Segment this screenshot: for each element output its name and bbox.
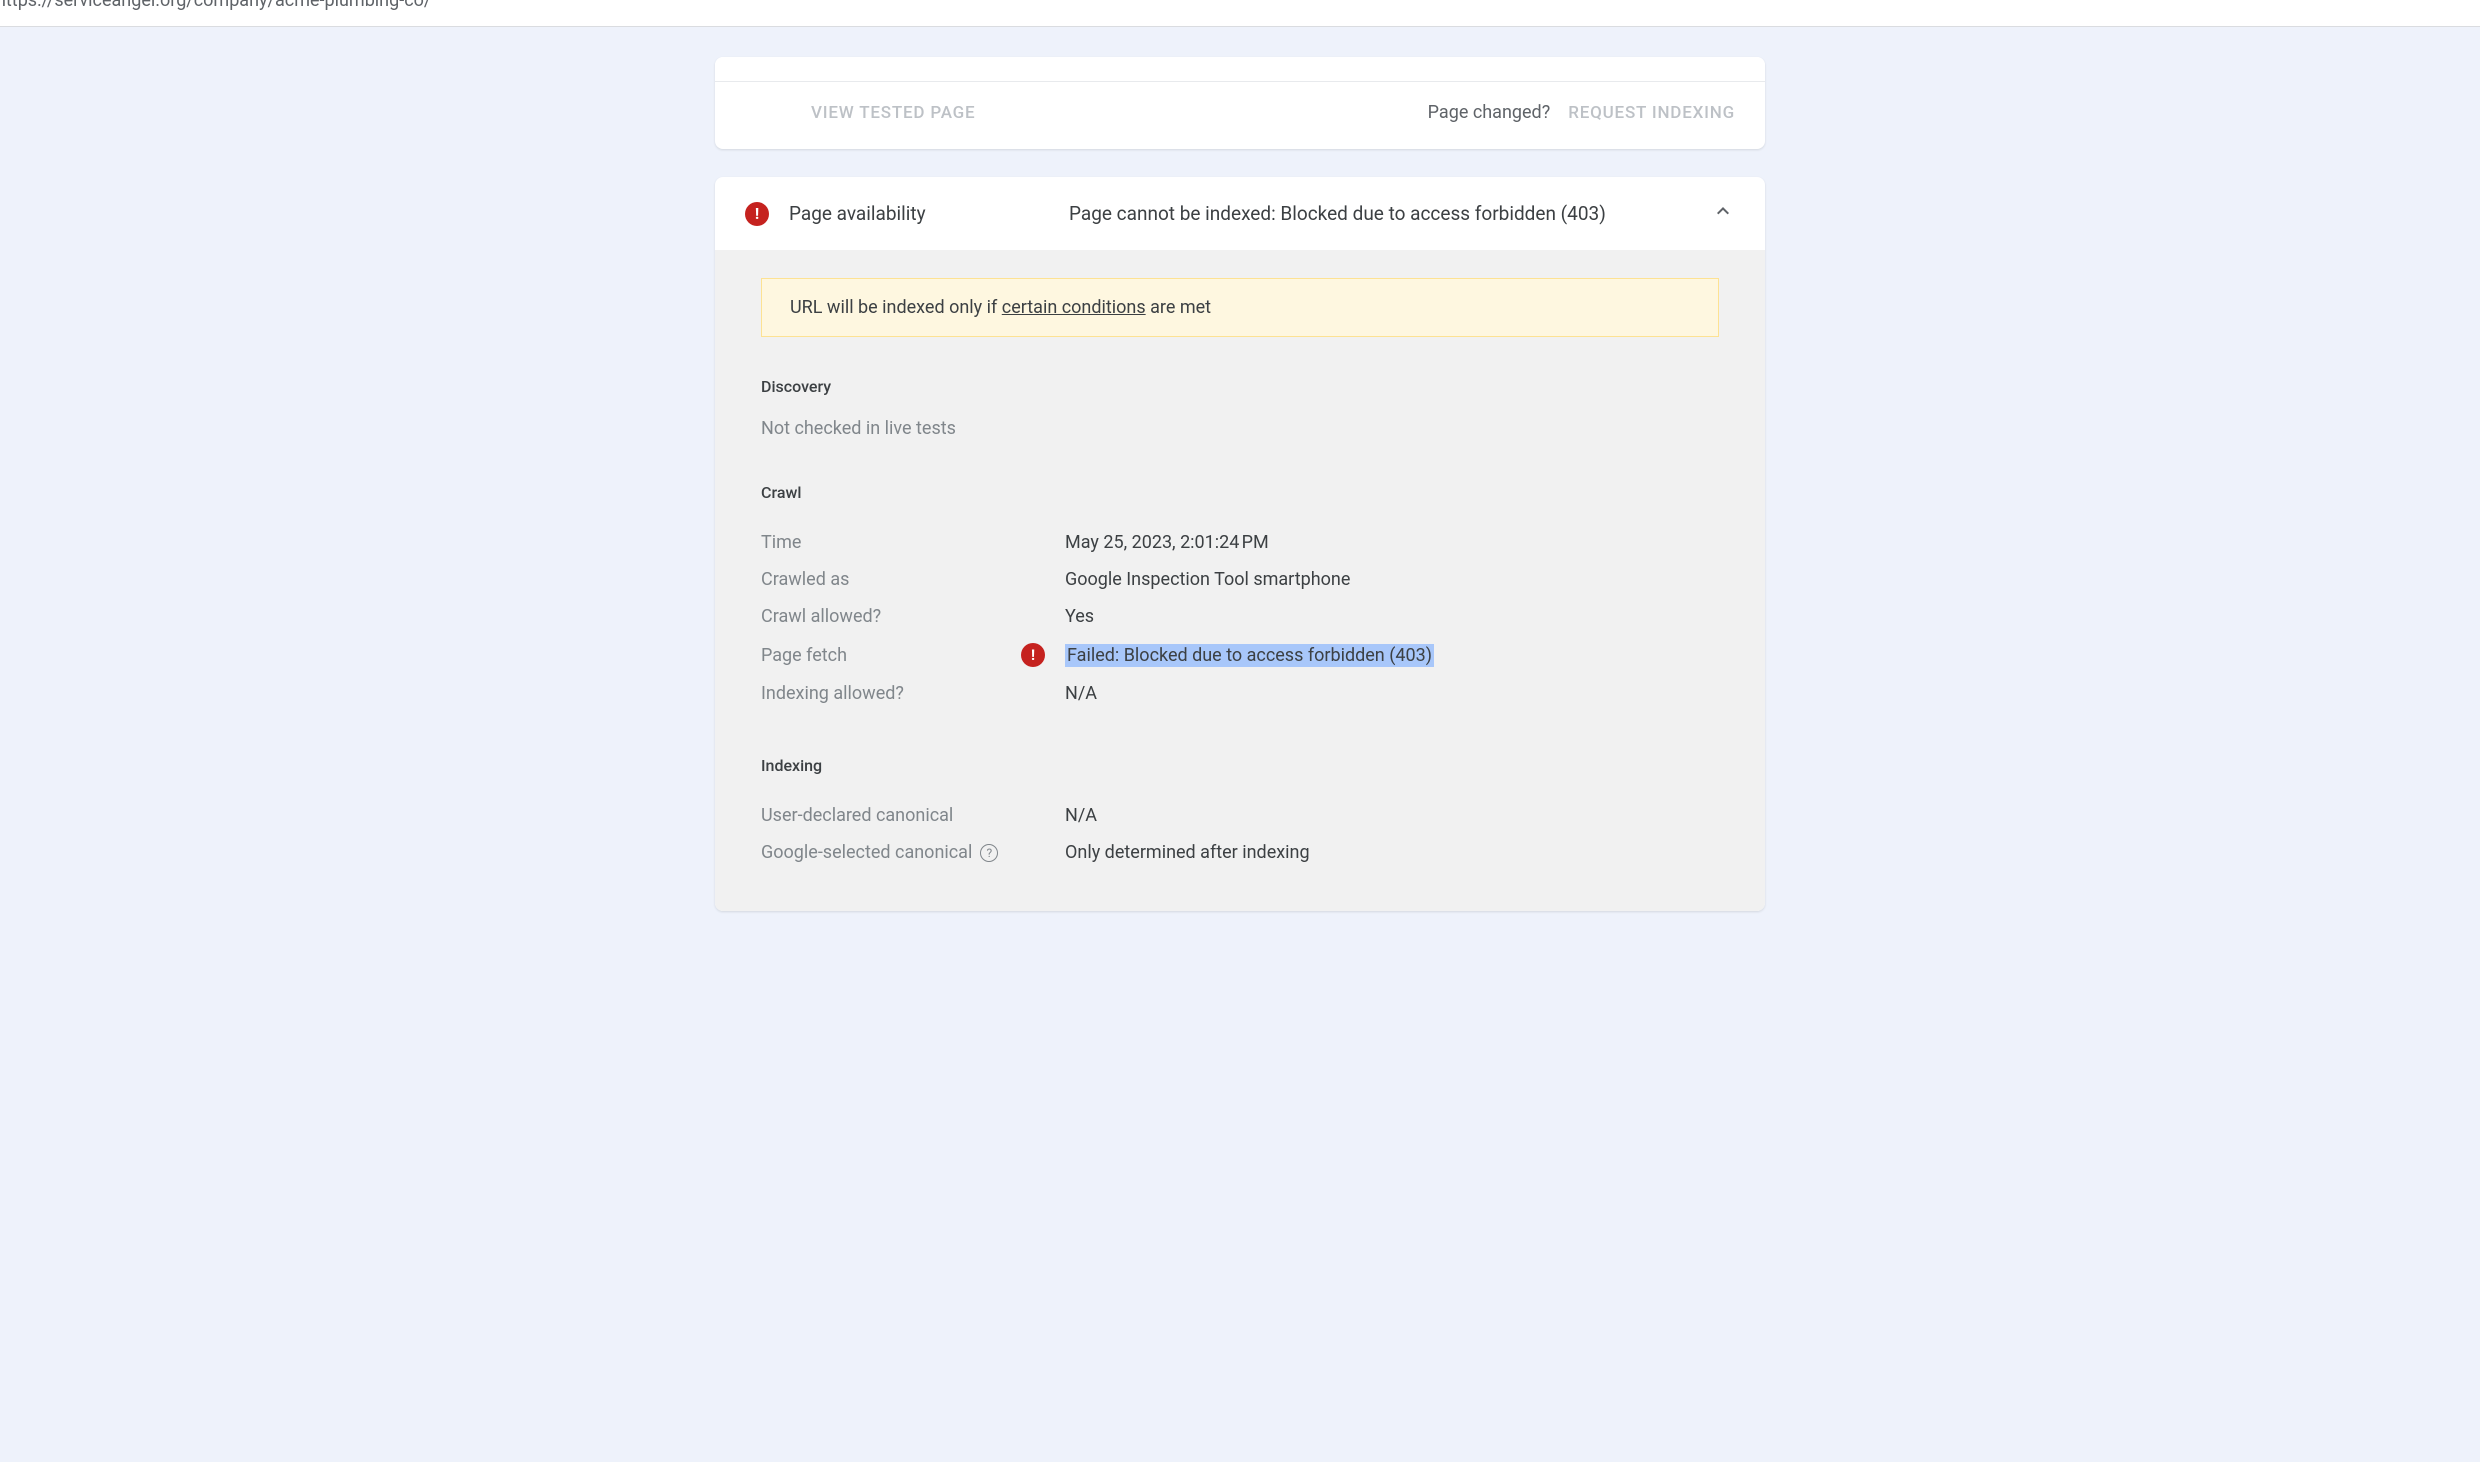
banner-prefix: URL will be indexed only if xyxy=(790,297,1002,318)
page-fetch-value: Failed: Blocked due to access forbidden … xyxy=(1065,644,1434,667)
help-icon[interactable]: ? xyxy=(980,844,998,862)
crawl-row-crawled-as: Crawled as Google Inspection Tool smartp… xyxy=(761,561,1719,598)
crawl-row-crawl-allowed: Crawl allowed? Yes xyxy=(761,598,1719,635)
page-availability-title: Page availability xyxy=(789,202,1049,225)
user-canonical-value: N/A xyxy=(1065,805,1097,826)
crawl-row-page-fetch: Page fetch ! Failed: Blocked due to acce… xyxy=(761,635,1719,675)
certain-conditions-link[interactable]: certain conditions xyxy=(1002,297,1146,318)
page-availability-header[interactable]: ! Page availability Page cannot be index… xyxy=(715,177,1765,250)
top-spacer xyxy=(715,57,1765,81)
indexing-row-user-canonical: User-declared canonical N/A xyxy=(761,797,1719,834)
page-fetch-label: Page fetch xyxy=(761,645,1021,666)
indexing-row-google-canonical: Google-selected canonical ? Only determi… xyxy=(761,834,1719,871)
page-availability-card: ! Page availability Page cannot be index… xyxy=(715,177,1765,911)
crawl-time-value: May 25, 2023, 2:01:24 PM xyxy=(1065,532,1269,553)
user-canonical-label: User-declared canonical xyxy=(761,805,1065,826)
url-bar: https://serviceangel.org/company/acme-pl… xyxy=(0,0,2480,26)
discovery-section-title: Discovery xyxy=(761,377,1719,396)
google-canonical-value: Only determined after indexing xyxy=(1065,842,1310,863)
indexing-section-title: Indexing xyxy=(761,756,1719,775)
crawl-allowed-label: Crawl allowed? xyxy=(761,606,1065,627)
discovery-value: Not checked in live tests xyxy=(761,418,1719,439)
indexing-allowed-value: N/A xyxy=(1065,683,1097,704)
crawl-row-indexing-allowed: Indexing allowed? N/A xyxy=(761,675,1719,712)
google-canonical-label: Google-selected canonical xyxy=(761,842,972,863)
view-tested-page-button[interactable]: View tested page xyxy=(811,103,975,123)
crawl-row-time: Time May 25, 2023, 2:01:24 PM xyxy=(761,524,1719,561)
indexing-conditions-banner: URL will be indexed only if certain cond… xyxy=(761,278,1719,337)
crawl-section-title: Crawl xyxy=(761,483,1719,502)
banner-suffix: are met xyxy=(1146,297,1211,318)
page-availability-body: URL will be indexed only if certain cond… xyxy=(715,250,1765,911)
request-indexing-button[interactable]: Request indexing xyxy=(1568,103,1735,123)
error-icon: ! xyxy=(1021,643,1045,667)
crawl-allowed-value: Yes xyxy=(1065,606,1094,627)
action-bar: View tested page Page changed? Request i… xyxy=(715,81,1765,149)
page-availability-status: Page cannot be indexed: Blocked due to a… xyxy=(1069,202,1691,225)
error-icon: ! xyxy=(745,202,769,226)
crawled-as-value: Google Inspection Tool smartphone xyxy=(1065,569,1350,590)
crawl-time-label: Time xyxy=(761,532,1065,553)
chevron-up-icon xyxy=(1711,199,1735,228)
url-divider xyxy=(0,26,2480,27)
top-card: View tested page Page changed? Request i… xyxy=(715,57,1765,149)
page-changed-label: Page changed? xyxy=(1428,102,1551,123)
url-text: https://serviceangel.org/company/acme-pl… xyxy=(0,0,431,11)
indexing-allowed-label: Indexing allowed? xyxy=(761,683,1065,704)
crawled-as-label: Crawled as xyxy=(761,569,1065,590)
